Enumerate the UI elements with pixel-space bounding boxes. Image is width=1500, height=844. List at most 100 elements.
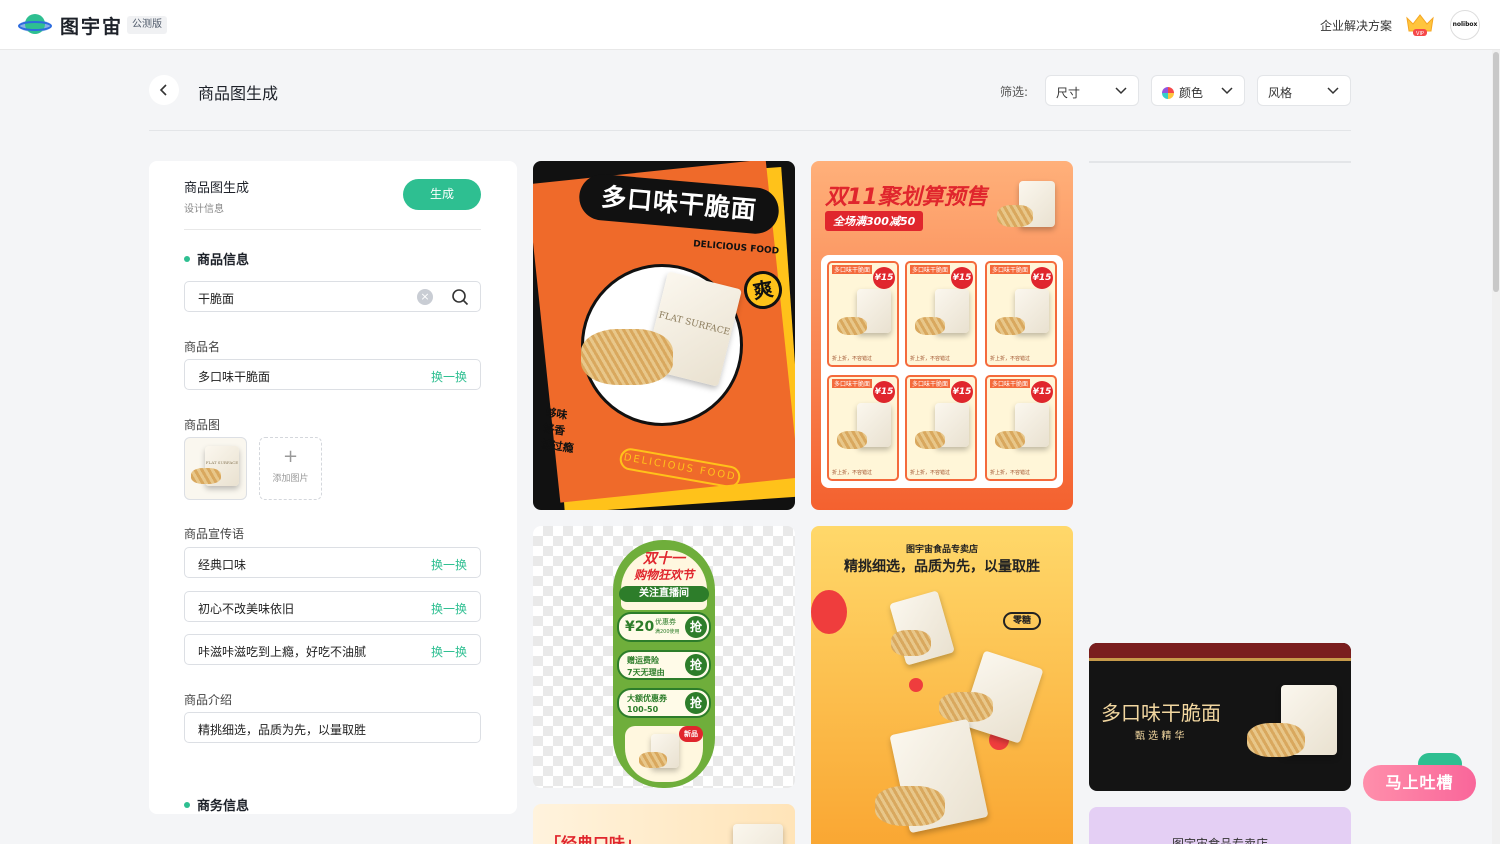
slogan-value: 经典口味 bbox=[198, 558, 247, 572]
item-title: 多口味干脆面 bbox=[832, 379, 873, 388]
product-grid-item: 多口味干脆面 ¥15 折上折，不容错过 bbox=[985, 375, 1057, 481]
user-avatar[interactable]: nolibox bbox=[1450, 10, 1480, 40]
slogan-field-2[interactable]: 初心不改美味依旧 换一换 bbox=[184, 591, 481, 622]
item-title: 多口味干脆面 bbox=[910, 379, 951, 388]
item-footer: 折上折，不容错过 bbox=[990, 356, 1031, 362]
product-name-value: 多口味干脆面 bbox=[198, 370, 271, 384]
noodle-image bbox=[581, 329, 673, 385]
product-grid-item: 多口味干脆面 ¥15 折上折，不容错过 bbox=[905, 375, 977, 481]
generate-button[interactable]: 生成 bbox=[403, 179, 481, 210]
item-title: 多口味干脆面 bbox=[832, 265, 873, 274]
item-price: ¥15 bbox=[951, 267, 973, 289]
chevron-down-icon bbox=[1327, 87, 1339, 95]
product-name-label: 商品名 bbox=[184, 340, 221, 354]
noodle-image bbox=[837, 317, 867, 335]
search-icon[interactable] bbox=[451, 288, 469, 306]
color-filter-dropdown[interactable]: 颜色 bbox=[1151, 75, 1245, 106]
card-tagline: 够味 够香 够过瘾 bbox=[540, 405, 579, 457]
scrollbar-thumb[interactable] bbox=[1493, 52, 1499, 292]
slogan-value: 初心不改美味依旧 bbox=[198, 602, 295, 616]
template-card-2[interactable]: 双11聚划算预售 全场满300减50 多口味干脆面 ¥15 折上折，不容错过 多口味干… bbox=[811, 161, 1073, 510]
ship-text: 赠运费险 bbox=[627, 656, 659, 665]
promo-label: 全场满300减50 bbox=[825, 211, 924, 231]
card-subheadline: 购物狂欢节 bbox=[633, 568, 694, 582]
search-value: 干脆面 bbox=[198, 292, 235, 306]
item-price: ¥15 bbox=[873, 267, 895, 289]
item-price: ¥15 bbox=[951, 381, 973, 403]
template-card-1[interactable]: 多口味干脆面 DELICIOUS FOOD FLAT SURFACE 爽 够味 … bbox=[533, 161, 795, 510]
clear-icon[interactable]: × bbox=[417, 289, 433, 305]
card-top-band bbox=[1089, 643, 1351, 661]
noodle-image bbox=[995, 317, 1025, 335]
slogan-field-3[interactable]: 咔滋咔滋吃到上瘾，好吃不油腻 换一换 bbox=[184, 634, 481, 665]
slogan-value: 咔滋咔滋吃到上瘾，好吃不油腻 bbox=[198, 645, 367, 659]
noodle-image bbox=[997, 205, 1033, 227]
style-filter-dropdown[interactable]: 风格 bbox=[1257, 75, 1351, 106]
coupon-note: 满200使用 bbox=[655, 629, 680, 635]
sugar-free-badge: 零糖 bbox=[1003, 612, 1041, 630]
heart-decoration bbox=[909, 678, 923, 692]
noodle-image bbox=[875, 786, 945, 826]
item-price: ¥15 bbox=[1031, 381, 1053, 403]
brand-name[interactable]: 图宇宙 bbox=[60, 12, 123, 39]
enterprise-solutions-link[interactable]: 企业解决方案 bbox=[1320, 17, 1392, 34]
noodle-image bbox=[837, 431, 867, 449]
template-card-4[interactable]: 图宇宙食品专卖店 精挑细选，品质为先，以量取胜 零糖 bbox=[811, 526, 1073, 844]
product-info-section-title: 商品信息 bbox=[184, 249, 249, 268]
item-title: 多口味干脆面 bbox=[910, 265, 951, 274]
product-image-label: 商品图 bbox=[184, 418, 221, 432]
swap-button[interactable]: 换一换 bbox=[431, 368, 467, 385]
feedback-button[interactable]: 马上吐槽 bbox=[1363, 765, 1476, 801]
product-grid-item: 多口味干脆面 ¥15 折上折，不容错过 bbox=[827, 375, 899, 481]
product-grid-item: 多口味干脆面 ¥15 折上折，不容错过 bbox=[905, 261, 977, 367]
panel-title: 商品图生成 bbox=[184, 181, 250, 196]
template-card-6[interactable]: 多口味干脆面 甄 选 精 华 bbox=[1089, 643, 1351, 791]
grab-badge: 抢 bbox=[685, 692, 707, 714]
planet-logo-icon[interactable] bbox=[18, 12, 52, 38]
item-footer: 折上折，不容错过 bbox=[990, 470, 1031, 476]
product-search-input[interactable]: 干脆面 × bbox=[184, 281, 481, 312]
color-filter-label: 颜色 bbox=[1179, 86, 1204, 100]
chevron-down-icon bbox=[1221, 87, 1233, 95]
item-footer: 折上折，不容错过 bbox=[832, 356, 873, 362]
coupon-amount: ¥20 bbox=[625, 619, 655, 635]
live-label: 关注直播间 bbox=[619, 586, 709, 602]
item-price: ¥15 bbox=[1031, 267, 1053, 289]
slogan-label: 商品宣传语 bbox=[184, 527, 245, 541]
big-coupon-text: 100-50 bbox=[627, 705, 659, 714]
heart-decoration bbox=[811, 590, 847, 634]
swap-button[interactable]: 换一换 bbox=[431, 643, 467, 660]
template-card-5[interactable]: 「经典口味」 bbox=[533, 804, 795, 844]
template-card-7[interactable]: 图宇宙食品专卖店 bbox=[1089, 807, 1351, 844]
vip-label: VIP bbox=[1416, 31, 1424, 37]
product-name-field[interactable]: 多口味干脆面 换一换 bbox=[184, 359, 481, 390]
item-title: 多口味干脆面 bbox=[990, 265, 1031, 274]
size-filter-label: 尺寸 bbox=[1056, 86, 1081, 100]
size-filter-dropdown[interactable]: 尺寸 bbox=[1045, 75, 1139, 106]
item-title: 多口味干脆面 bbox=[990, 379, 1031, 388]
product-intro-field[interactable]: 精挑细选，品质为先，以量取胜 bbox=[184, 712, 481, 743]
slogan-field-1[interactable]: 经典口味 换一换 bbox=[184, 547, 481, 578]
template-card-3[interactable]: 双十一 购物狂欢节 关注直播间 ¥20 优惠券 满200使用 抢 赠运费险 7天… bbox=[533, 526, 795, 788]
product-image-thumbnail[interactable]: FLAT SURFACE bbox=[184, 437, 247, 500]
page-scrollbar[interactable] bbox=[1492, 50, 1500, 844]
item-footer: 折上折，不容错过 bbox=[910, 356, 951, 362]
shop-name: 图宇宙食品专卖店 bbox=[905, 545, 978, 555]
bag-text: FLAT SURFACE bbox=[657, 310, 731, 338]
ship-text: 7天无理由 bbox=[627, 668, 665, 677]
swap-button[interactable]: 换一换 bbox=[431, 556, 467, 573]
swap-button[interactable]: 换一换 bbox=[431, 600, 467, 617]
card-headline: 精挑细选，品质为先，以量取胜 bbox=[844, 559, 1040, 575]
add-image-button[interactable]: + 添加图片 bbox=[259, 437, 322, 500]
product-grid-item: 多口味干脆面 ¥15 折上折，不容错过 bbox=[985, 261, 1057, 367]
noodle-image bbox=[891, 630, 931, 656]
item-footer: 折上折，不容错过 bbox=[832, 470, 873, 476]
grab-badge: 抢 bbox=[685, 616, 707, 638]
card-subheadline: 甄 选 精 华 bbox=[1135, 731, 1185, 742]
loading-placeholder-line bbox=[1089, 161, 1351, 163]
big-coupon-text: 大额优惠券 bbox=[627, 694, 667, 703]
new-badge: 新品 bbox=[679, 726, 703, 742]
back-button[interactable] bbox=[149, 75, 179, 105]
product-intro-label: 商品介绍 bbox=[184, 693, 233, 707]
vip-crown-icon[interactable]: VIP bbox=[1404, 12, 1436, 38]
